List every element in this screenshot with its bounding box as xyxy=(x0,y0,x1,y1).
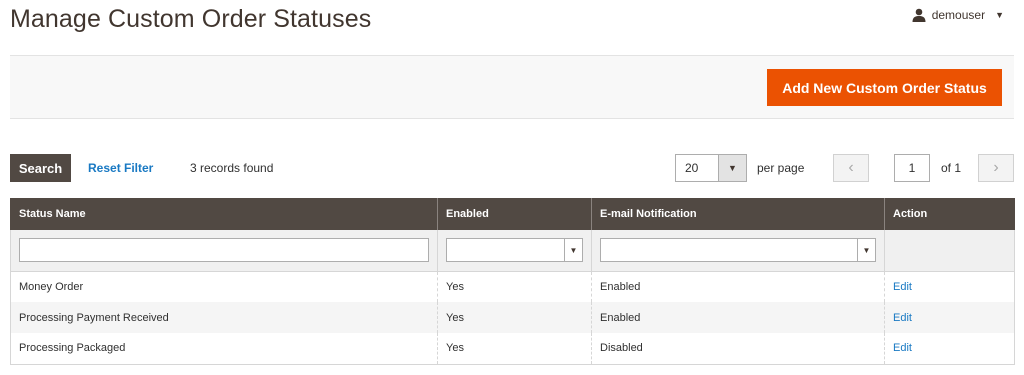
page-number-input[interactable] xyxy=(894,154,930,182)
chevron-right-icon: › xyxy=(993,159,999,176)
enabled-cell: Yes xyxy=(437,271,592,302)
status-name-cell: Processing Packaged xyxy=(10,333,438,365)
per-page-select[interactable]: 20 ▼ xyxy=(675,154,747,182)
next-page-button[interactable]: › xyxy=(978,154,1014,182)
enabled-cell: Yes xyxy=(437,333,592,365)
status-name-cell: Processing Payment Received xyxy=(10,302,438,333)
chevron-left-icon: ‹ xyxy=(848,159,854,176)
order-status-grid: Status Name Enabled E-mail Notification … xyxy=(10,198,1015,365)
user-icon xyxy=(912,8,926,22)
grid-toolbar: Search Reset Filter 3 records found 20 ▼… xyxy=(10,154,1014,182)
email-notification-cell: Enabled xyxy=(591,302,885,333)
chevron-down-icon: ▼ xyxy=(718,155,746,181)
table-row[interactable]: Processing Packaged Yes Disabled Edit xyxy=(10,333,1015,365)
action-filter-cell xyxy=(884,230,1015,272)
previous-page-button[interactable]: ‹ xyxy=(833,154,869,182)
add-new-status-button[interactable]: Add New Custom Order Status xyxy=(767,69,1002,106)
column-header-status-name[interactable]: Status Name xyxy=(10,198,438,230)
table-row[interactable]: Money Order Yes Enabled Edit xyxy=(10,271,1015,302)
user-account-menu[interactable]: demouser ▼ xyxy=(912,8,1004,22)
per-page-label: per page xyxy=(757,161,805,175)
enabled-cell: Yes xyxy=(437,302,592,333)
caret-down-icon: ▼ xyxy=(995,10,1004,20)
table-row[interactable]: Processing Payment Received Yes Enabled … xyxy=(10,302,1015,333)
reset-filter-link[interactable]: Reset Filter xyxy=(88,161,153,175)
status-name-filter-input[interactable] xyxy=(19,238,429,263)
edit-link[interactable]: Edit xyxy=(893,312,912,324)
records-count: 3 records found xyxy=(190,161,274,175)
user-name: demouser xyxy=(931,8,986,22)
enabled-filter-select[interactable]: ▼ xyxy=(446,238,583,263)
search-button[interactable]: Search xyxy=(10,154,71,182)
column-header-enabled[interactable]: Enabled xyxy=(437,198,592,230)
column-header-action: Action xyxy=(884,198,1015,230)
chevron-down-icon: ▼ xyxy=(857,239,875,262)
email-notification-cell: Disabled xyxy=(591,333,885,365)
page-title: Manage Custom Order Statuses xyxy=(10,5,372,33)
status-name-cell: Money Order xyxy=(10,271,438,302)
edit-link[interactable]: Edit xyxy=(893,342,912,354)
page-actions-bar: Add New Custom Order Status xyxy=(10,55,1014,119)
edit-link[interactable]: Edit xyxy=(893,281,912,293)
filter-row: ▼ ▼ xyxy=(10,230,1015,272)
email-notification-filter-select[interactable]: ▼ xyxy=(600,238,876,263)
grid-header-row: Status Name Enabled E-mail Notification … xyxy=(10,198,1015,230)
column-header-email-notification[interactable]: E-mail Notification xyxy=(591,198,885,230)
page-total: of 1 xyxy=(941,161,962,175)
per-page-value: 20 xyxy=(685,161,699,175)
chevron-down-icon: ▼ xyxy=(564,239,582,262)
email-notification-cell: Enabled xyxy=(591,271,885,302)
